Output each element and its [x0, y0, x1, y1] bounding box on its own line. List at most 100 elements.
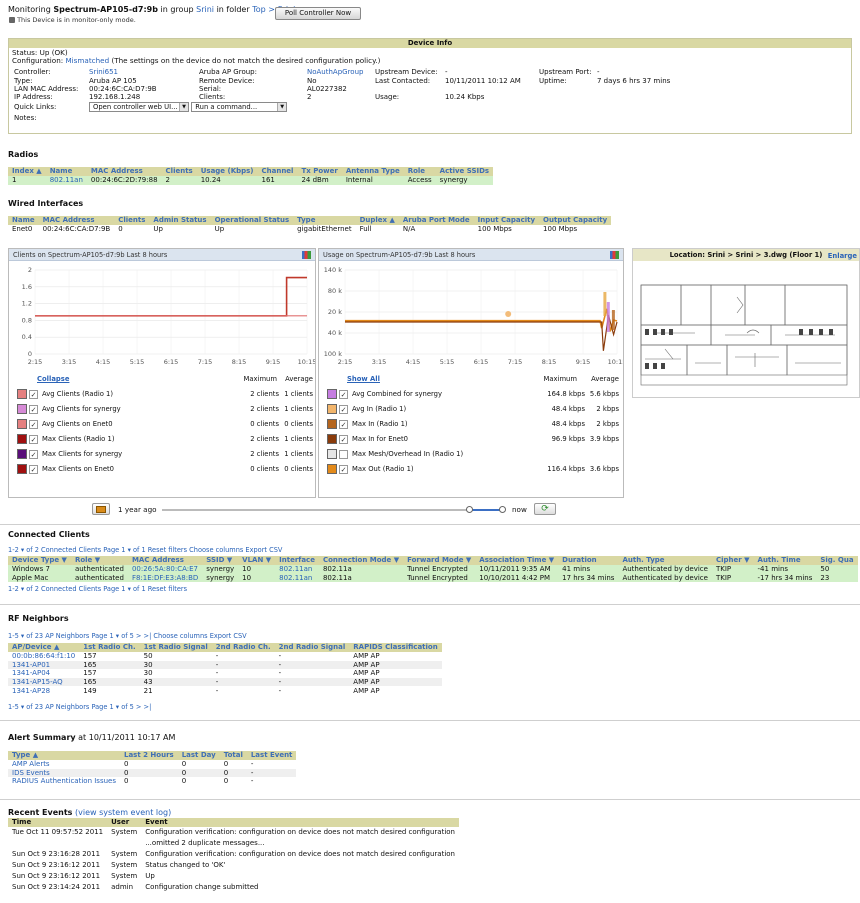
- column-header[interactable]: Output Capacity: [539, 216, 612, 225]
- legend-checkbox[interactable]: ✓: [29, 464, 38, 474]
- column-header[interactable]: Auth. Type: [618, 556, 712, 565]
- column-header[interactable]: Operational Status: [210, 216, 294, 225]
- reset-filters-link[interactable]: Reset filters: [148, 585, 187, 593]
- refresh-button[interactable]: ⟳: [534, 503, 556, 515]
- column-header[interactable]: Aruba Port Mode: [398, 216, 474, 225]
- choose-columns-link[interactable]: Choose columns: [153, 632, 207, 640]
- column-header[interactable]: Input Capacity: [473, 216, 540, 225]
- column-header[interactable]: VLAN ▼: [238, 556, 276, 565]
- legend-checkbox[interactable]: ✓: [339, 419, 348, 429]
- legend-item[interactable]: ✓ Max In (Radio 1) 48.4 kbps 2 kbps: [327, 418, 619, 433]
- legend-item[interactable]: ✓ Avg Clients on Enet0 0 clients 0 clients: [17, 418, 313, 433]
- table-cell[interactable]: 1341-AP01: [8, 660, 80, 670]
- column-header[interactable]: Duration: [558, 556, 619, 565]
- column-header[interactable]: Device Type ▼: [8, 556, 71, 565]
- group-link[interactable]: Srini: [196, 5, 214, 14]
- column-header[interactable]: MAC Address: [127, 556, 203, 565]
- column-header[interactable]: Index ▲: [8, 167, 46, 176]
- column-header[interactable]: Sig. Qua: [816, 556, 858, 565]
- legend-item[interactable]: ✓ Avg Combined for synergy 164.8 kbps 5.6 k…: [327, 388, 619, 403]
- table-cell[interactable]: 1341-AP04: [8, 669, 79, 678]
- column-header[interactable]: Last Event: [246, 751, 297, 760]
- legend-checkbox[interactable]: ✓: [339, 404, 348, 414]
- table-row[interactable]: 1341-AP01 165 30- - AMP AP: [8, 660, 442, 670]
- column-header[interactable]: Clients: [161, 167, 197, 176]
- column-header[interactable]: Channel: [257, 167, 298, 176]
- table-row[interactable]: 1341-AP28 149 21 - - AMP AP: [8, 686, 442, 695]
- table-row[interactable]: IDS Events 0 0 0-: [8, 768, 297, 778]
- calendar-button[interactable]: [92, 503, 110, 515]
- table-row[interactable]: Windows 7 authenticated 00:26:5A:80:CA:E7 s…: [8, 565, 858, 574]
- column-header[interactable]: 2nd Radio Signal: [274, 643, 350, 652]
- poll-controller-button[interactable]: Poll Controller Now: [275, 7, 361, 20]
- run-command-select[interactable]: Run a command... ▼: [191, 101, 288, 112]
- column-header[interactable]: SSID ▼: [202, 556, 239, 565]
- table-row[interactable]: RADIUS Authentication Issues 0 0 0-: [8, 777, 296, 786]
- table-cell[interactable]: 1341-AP15-AQ: [8, 677, 80, 687]
- show-all-link[interactable]: Show All: [347, 375, 380, 383]
- choose-columns-link[interactable]: Choose columns: [189, 546, 243, 554]
- column-header[interactable]: Name: [8, 216, 39, 225]
- column-header[interactable]: AP/Device ▲: [8, 643, 80, 652]
- table-cell[interactable]: 00:26:5A:80:CA:E7: [127, 565, 203, 574]
- column-header[interactable]: Association Time ▼: [475, 556, 559, 565]
- table-row[interactable]: 00:0b:86:64:f1:10 157 50 - - AMP AP: [8, 652, 442, 661]
- column-header[interactable]: Usage (Kbps): [196, 167, 258, 176]
- legend-item[interactable]: ✓ Max In for Enet0 96.9 kbps 3.9 kbps: [327, 433, 619, 448]
- table-cell[interactable]: 802.11an: [275, 573, 319, 583]
- chart-type-icon[interactable]: [302, 251, 311, 259]
- legend-item[interactable]: Max Mesh/Overhead In (Radio 1): [327, 448, 619, 463]
- legend-item[interactable]: ✓ Max Clients (Radio 1) 2 clients 1 clients: [17, 433, 313, 448]
- table-cell[interactable]: IDS Events: [8, 768, 120, 778]
- reset-filters-link[interactable]: Reset filters: [148, 546, 187, 554]
- chart-type-icon[interactable]: [610, 251, 619, 259]
- pager-control[interactable]: 1-5 ▾ of 23 AP Neighbors Page 1 ▾ of 5 >…: [8, 632, 151, 640]
- legend-item[interactable]: ✓ Avg In (Radio 1) 48.4 kbps 2 kbps: [327, 403, 619, 418]
- timeline-end-handle[interactable]: [499, 506, 506, 513]
- legend-item[interactable]: ✓ Max Clients on Enet0 0 clients 0 clients: [17, 463, 313, 478]
- column-header[interactable]: Interface: [275, 556, 319, 565]
- table-cell[interactable]: 802.11an: [275, 565, 319, 574]
- column-header[interactable]: Name: [45, 167, 87, 176]
- column-header[interactable]: RAPIDS Classification: [349, 643, 442, 652]
- legend-item[interactable]: ✓ Avg Clients for synergy 2 clients 1 clien…: [17, 403, 313, 418]
- column-header[interactable]: Last 2 Hours: [119, 751, 178, 760]
- floor-plan-image[interactable]: [635, 263, 859, 397]
- legend-item[interactable]: ✓ Max Clients for synergy 2 clients 1 clien…: [17, 448, 313, 463]
- column-header[interactable]: Forward Mode ▼: [403, 556, 476, 565]
- column-header[interactable]: Role ▼: [70, 556, 128, 565]
- legend-checkbox[interactable]: ✓: [339, 434, 348, 444]
- column-header[interactable]: 1st Radio Signal: [139, 643, 212, 652]
- legend-checkbox[interactable]: ✓: [29, 449, 38, 459]
- quick-links-select[interactable]: Open controller web UI... ▼: [89, 101, 189, 112]
- column-header[interactable]: Admin Status: [149, 216, 211, 225]
- table-row[interactable]: AMP Alerts 0 0 0-: [8, 760, 296, 769]
- ap-group-link[interactable]: NoAuthApGroup: [305, 68, 365, 76]
- pager-control[interactable]: 1-2 ▾ of 2 Connected Clients Page 1 ▾ of…: [8, 585, 146, 593]
- view-event-log-link[interactable]: (view system event log): [75, 808, 171, 817]
- table-row[interactable]: 1341-AP04 157 30 - - AMP AP: [8, 669, 442, 678]
- export-csv-link[interactable]: Export CSV: [245, 546, 282, 554]
- export-csv-link[interactable]: Export CSV: [210, 632, 247, 640]
- legend-item[interactable]: ✓ Avg Clients (Radio 1) 2 clients 1 clients: [17, 388, 313, 403]
- column-header[interactable]: 2nd Radio Ch.: [211, 643, 275, 652]
- legend-checkbox[interactable]: ✓: [339, 464, 348, 474]
- pager-control[interactable]: 1-2 ▾ of 2 Connected Clients Page 1 ▾ of…: [8, 546, 146, 554]
- column-header[interactable]: Tx Power: [297, 167, 342, 176]
- column-header[interactable]: Auth. Time: [753, 556, 817, 565]
- column-header[interactable]: 1st Radio Ch.: [79, 643, 140, 652]
- column-header[interactable]: MAC Address: [38, 216, 115, 225]
- legend-checkbox[interactable]: ✓: [29, 404, 38, 414]
- legend-checkbox[interactable]: [339, 449, 348, 459]
- column-header[interactable]: Active SSIDs: [435, 167, 494, 176]
- column-header[interactable]: Antenna Type: [341, 167, 404, 176]
- column-header[interactable]: Total: [219, 751, 247, 760]
- enlarge-link[interactable]: Enlarge: [828, 252, 857, 261]
- legend-item[interactable]: ✓ Max Out (Radio 1) 116.4 kbps 3.6 kbps: [327, 463, 619, 478]
- column-header[interactable]: Last Day: [177, 751, 220, 760]
- table-cell[interactable]: 802.11an: [45, 176, 87, 185]
- timeline-start-handle[interactable]: [466, 506, 473, 513]
- legend-checkbox[interactable]: ✓: [29, 419, 38, 429]
- table-row[interactable]: Apple Mac authenticated F8:1E:DF:E3:A8:BD s…: [8, 573, 858, 583]
- pager-control[interactable]: 1-5 ▾ of 23 AP Neighbors Page 1 ▾ of 5 >…: [8, 703, 151, 711]
